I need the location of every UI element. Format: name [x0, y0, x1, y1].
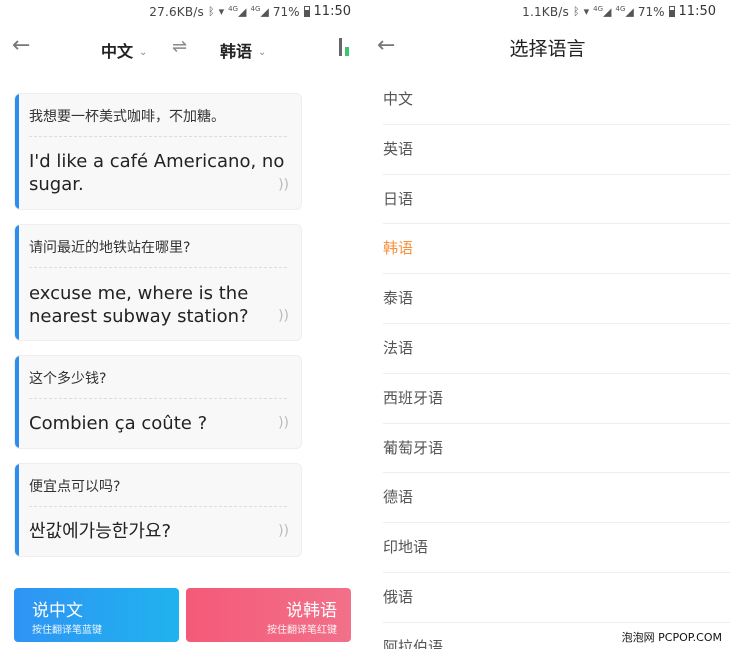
language-option[interactable]: 泰语: [383, 274, 730, 324]
network-speed: 27.6KB/s: [149, 4, 204, 19]
speaker-icon[interactable]: )): [278, 523, 289, 539]
translation-screen: 27.6KB/s ᛒ ▾ 4G◢ 4G◢ 71% 11:50 ← 中文 ⌄ ⇌ 韩…: [0, 0, 365, 649]
signal-4g-icon: 4G◢: [615, 4, 634, 19]
card-divider: [29, 267, 287, 268]
swap-languages-icon[interactable]: ⇌: [172, 36, 187, 57]
language-option[interactable]: 印地语: [383, 523, 730, 573]
source-language-label: 中文: [101, 42, 134, 61]
card-translation-text: excuse me, where is the nearest subway s…: [29, 283, 249, 327]
language-list: 中文 英语 日语 韩语 泰语 法语 西班牙语 葡萄牙语 德语 印地语 俄语 阿拉伯语: [383, 75, 730, 649]
translation-card[interactable]: 便宜点可以吗? 싼값에가능한가요? )): [14, 463, 302, 557]
battery-percent: 71%: [637, 4, 665, 19]
card-source-text: 请问最近的地铁站在哪里?: [29, 240, 191, 256]
status-bar: 27.6KB/s ᛒ ▾ 4G◢ 4G◢ 71% 11:50: [0, 0, 365, 24]
battery-icon: [668, 6, 675, 17]
clock: 11:50: [313, 4, 351, 19]
speak-chinese-hint: 按住翻译笔蓝键: [32, 625, 102, 636]
target-language-selector[interactable]: 韩语 ⌄: [220, 38, 266, 62]
speaker-icon[interactable]: )): [278, 308, 289, 324]
language-option[interactable]: 韩语: [383, 224, 730, 275]
card-translation-text: 싼값에가능한가요?: [29, 521, 172, 542]
source-language-selector[interactable]: 中文 ⌄: [101, 38, 147, 62]
wifi-icon: ▾: [583, 5, 590, 18]
chevron-down-icon: ⌄: [139, 47, 148, 58]
language-option[interactable]: 葡萄牙语: [383, 424, 730, 474]
card-divider: [29, 136, 287, 137]
card-source-text: 我想要一杯美式咖啡，不加糖。: [29, 109, 225, 125]
card-translation-text: Combien ça coûte ?: [29, 413, 208, 434]
card-translation-text: I'd like a café Americano, no sugar.: [29, 151, 285, 195]
clock: 11:50: [678, 4, 716, 19]
speaker-icon[interactable]: )): [278, 177, 289, 193]
speak-chinese-label: 说中文: [32, 601, 83, 621]
pen-battery-icon[interactable]: [339, 38, 351, 56]
card-divider: [29, 398, 287, 399]
network-speed: 1.1KB/s: [522, 4, 569, 19]
language-option[interactable]: 中文: [383, 75, 730, 125]
translation-card[interactable]: 请问最近的地铁站在哪里? excuse me, where is the nea…: [14, 224, 302, 341]
language-option[interactable]: 日语: [383, 175, 730, 225]
speak-chinese-button[interactable]: 说中文 按住翻译笔蓝键: [14, 588, 179, 642]
speak-korean-button[interactable]: 说韩语 按住翻译笔红键: [186, 588, 351, 642]
language-select-screen: 1.1KB/s ᛒ ▾ 4G◢ 4G◢ 71% 11:50 ← 选择语言 中文英…: [365, 0, 730, 649]
watermark: 泡泡网 PCPOP.COM: [617, 627, 726, 647]
battery-percent: 71%: [272, 4, 300, 19]
signal-4g-icon: 4G◢: [250, 4, 269, 19]
bluetooth-icon: ᛒ: [208, 5, 215, 18]
back-arrow-icon[interactable]: ←: [12, 35, 30, 57]
page-title: 选择语言: [509, 38, 586, 60]
language-option[interactable]: 西班牙语: [383, 374, 730, 424]
card-divider: [29, 506, 287, 507]
language-option[interactable]: 英语: [383, 125, 730, 175]
language-option[interactable]: 法语: [383, 324, 730, 374]
chevron-down-icon: ⌄: [258, 47, 267, 58]
language-option[interactable]: 德语: [383, 473, 730, 524]
battery-icon: [303, 6, 310, 17]
language-option[interactable]: 俄语: [383, 573, 730, 623]
signal-4g-icon: 4G◢: [228, 4, 247, 19]
target-language-label: 韩语: [220, 42, 253, 61]
status-bar: 1.1KB/s ᛒ ▾ 4G◢ 4G◢ 71% 11:50: [365, 0, 730, 24]
card-source-text: 这个多少钱?: [29, 371, 107, 387]
speaker-icon[interactable]: )): [278, 415, 289, 431]
signal-4g-icon: 4G◢: [593, 4, 612, 19]
bluetooth-icon: ᛒ: [573, 5, 580, 18]
speak-korean-hint: 按住翻译笔红键: [267, 625, 337, 636]
wifi-icon: ▾: [218, 5, 225, 18]
translation-card[interactable]: 我想要一杯美式咖啡，不加糖。 I'd like a café Americano…: [14, 93, 302, 210]
card-source-text: 便宜点可以吗?: [29, 479, 121, 495]
speak-korean-label: 说韩语: [286, 601, 337, 621]
translation-card[interactable]: 这个多少钱? Combien ça coûte ? )): [14, 355, 302, 449]
